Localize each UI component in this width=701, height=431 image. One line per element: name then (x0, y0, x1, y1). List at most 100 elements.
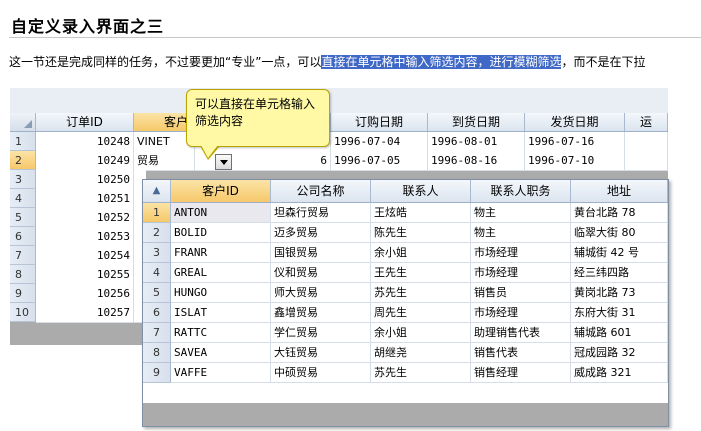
option-row-number[interactable]: 2 (143, 223, 171, 243)
dd-col-company[interactable]: 公司名称 (271, 180, 371, 202)
order-id-cell[interactable]: 10251 (36, 189, 134, 208)
option-row-number[interactable]: 7 (143, 323, 171, 343)
row-number[interactable]: 5 (10, 208, 36, 227)
contact-cell[interactable]: 周先生 (371, 303, 471, 323)
address-cell[interactable]: 辅城路 601 (571, 323, 668, 343)
arrival-date-cell[interactable]: 1996-08-16 (428, 151, 525, 170)
contact-cell[interactable]: 王先生 (371, 263, 471, 283)
contact-cell[interactable]: 苏先生 (371, 283, 471, 303)
address-cell[interactable]: 经三纬四路 (571, 263, 668, 283)
order-id-cell[interactable]: 10250 (36, 170, 134, 189)
sort-up-icon[interactable]: ▲ (143, 180, 171, 202)
order-id-cell[interactable]: 10254 (36, 246, 134, 265)
col-header-order-date[interactable]: 订购日期 (331, 113, 428, 131)
grid-corner[interactable] (10, 113, 36, 131)
customer-option-row[interactable]: 7 RATTC 学仁贸易 余小姐 助理销售代表 辅城路 601 (143, 323, 668, 343)
address-cell[interactable]: 临翠大街 80 (571, 223, 668, 243)
row-number[interactable]: 6 (10, 227, 36, 246)
address-cell[interactable]: 威成路 321 (571, 363, 668, 383)
option-row-number[interactable]: 4 (143, 263, 171, 283)
company-cell[interactable]: 坦森行贸易 (271, 203, 371, 223)
customer-id-cell[interactable]: ISLAT (171, 303, 271, 323)
customer-id-cell[interactable]: FRANR (171, 243, 271, 263)
company-cell[interactable]: 鑫增贸易 (271, 303, 371, 323)
option-row-number[interactable]: 3 (143, 243, 171, 263)
dropdown-button[interactable] (215, 154, 232, 170)
order-date-cell[interactable]: 1996-07-05 (331, 151, 428, 170)
company-cell[interactable]: 迈多贸易 (271, 223, 371, 243)
contact-cell[interactable]: 胡继尧 (371, 343, 471, 363)
dd-col-address[interactable]: 地址 (571, 180, 668, 202)
customer-cell[interactable]: 贸易 (134, 151, 195, 170)
contact-cell[interactable]: 余小姐 (371, 243, 471, 263)
contact-title-cell[interactable]: 销售经理 (471, 363, 571, 383)
customer-id-cell[interactable]: ANTON (171, 203, 271, 223)
customer-id-cell[interactable]: VAFFE (171, 363, 271, 383)
contact-title-cell[interactable]: 助理销售代表 (471, 323, 571, 343)
col-header-ship-date[interactable]: 发货日期 (525, 113, 625, 131)
row-number[interactable]: 2 (10, 151, 36, 170)
option-row-number[interactable]: 6 (143, 303, 171, 323)
row-number[interactable]: 1 (10, 132, 36, 151)
company-cell[interactable]: 中硕贸易 (271, 363, 371, 383)
contact-title-cell[interactable]: 市场经理 (471, 303, 571, 323)
contact-title-cell[interactable]: 物主 (471, 223, 571, 243)
contact-cell[interactable]: 陈先生 (371, 223, 471, 243)
customer-id-cell[interactable]: SAVEA (171, 343, 271, 363)
col-header-arrival-date[interactable]: 到货日期 (428, 113, 525, 131)
order-date-cell[interactable]: 1996-07-04 (331, 132, 428, 151)
customer-option-row[interactable]: 2 BOLID 迈多贸易 陈先生 物主 临翠大街 80 (143, 223, 668, 243)
contact-title-cell[interactable]: 市场经理 (471, 263, 571, 283)
customer-option-row[interactable]: 5 HUNGO 师大贸易 苏先生 销售员 黄岗北路 73 (143, 283, 668, 303)
company-cell[interactable]: 国银贸易 (271, 243, 371, 263)
address-cell[interactable]: 东府大街 31 (571, 303, 668, 323)
order-id-cell[interactable]: 10255 (36, 265, 134, 284)
customer-option-row[interactable]: 4 GREAL 仪和贸易 王先生 市场经理 经三纬四路 (143, 263, 668, 283)
contact-title-cell[interactable]: 物主 (471, 203, 571, 223)
order-row[interactable]: 1 10248 VINET 1996-07-04 1996-08-01 1996-07-1… (10, 132, 668, 152)
company-cell[interactable]: 大钰贸易 (271, 343, 371, 363)
row-number[interactable]: 4 (10, 189, 36, 208)
row-number[interactable]: 9 (10, 284, 36, 303)
order-id-cell[interactable]: 10249 (36, 151, 134, 170)
company-cell[interactable]: 学仁贸易 (271, 323, 371, 343)
col-header-order-id[interactable]: 订单ID (36, 113, 134, 131)
option-row-number[interactable]: 5 (143, 283, 171, 303)
customer-option-row[interactable]: 8 SAVEA 大钰贸易 胡继尧 销售代表 冠成园路 32 (143, 343, 668, 363)
order-id-cell[interactable]: 10257 (36, 303, 134, 322)
company-cell[interactable]: 师大贸易 (271, 283, 371, 303)
address-cell[interactable]: 黄台北路 78 (571, 203, 668, 223)
order-row[interactable]: 2 10249 贸易 6 1996-07-05 1996-08-16 1996-07-10 (10, 151, 668, 171)
option-row-number[interactable]: 8 (143, 343, 171, 363)
dd-col-contact-title[interactable]: 联系人职务 (471, 180, 571, 202)
customer-id-cell[interactable]: BOLID (171, 223, 271, 243)
contact-title-cell[interactable]: 销售代表 (471, 343, 571, 363)
arrival-date-cell[interactable]: 1996-08-01 (428, 132, 525, 151)
address-cell[interactable]: 黄岗北路 73 (571, 283, 668, 303)
freight-cell[interactable] (625, 132, 668, 151)
company-cell[interactable]: 仪和贸易 (271, 263, 371, 283)
customer-option-row[interactable]: 3 FRANR 国银贸易 余小姐 市场经理 辅城街 42 号 (143, 243, 668, 263)
order-id-cell[interactable]: 10248 (36, 132, 134, 151)
row-number[interactable]: 3 (10, 170, 36, 189)
address-cell[interactable]: 辅城街 42 号 (571, 243, 668, 263)
order-id-cell[interactable]: 10252 (36, 208, 134, 227)
contact-cell[interactable]: 苏先生 (371, 363, 471, 383)
customer-dropdown-list[interactable]: ▲ 客户ID 公司名称 联系人 联系人职务 地址 1 ANTON 坦森行贸易 王炫皓物… (142, 179, 669, 427)
col-header-freight[interactable]: 运 (625, 113, 668, 131)
contact-cell[interactable]: 王炫皓 (371, 203, 471, 223)
contact-cell[interactable]: 余小姐 (371, 323, 471, 343)
address-cell[interactable]: 冠成园路 32 (571, 343, 668, 363)
row-number[interactable]: 8 (10, 265, 36, 284)
contact-title-cell[interactable]: 销售员 (471, 283, 571, 303)
customer-id-cell[interactable]: GREAL (171, 263, 271, 283)
order-id-cell[interactable]: 10256 (36, 284, 134, 303)
row-number[interactable]: 7 (10, 246, 36, 265)
customer-option-row[interactable]: 6 ISLAT 鑫增贸易 周先生 市场经理 东府大街 31 (143, 303, 668, 323)
customer-id-cell[interactable]: RATTC (171, 323, 271, 343)
dd-col-contact[interactable]: 联系人 (371, 180, 471, 202)
ship-date-cell[interactable]: 1996-07-10 (525, 151, 625, 170)
order-id-cell[interactable]: 10253 (36, 227, 134, 246)
customer-id-cell[interactable]: HUNGO (171, 283, 271, 303)
contact-title-cell[interactable]: 市场经理 (471, 243, 571, 263)
